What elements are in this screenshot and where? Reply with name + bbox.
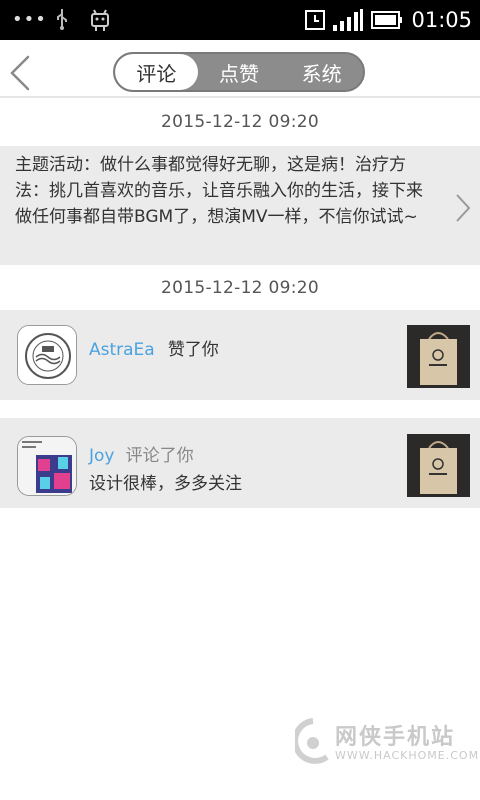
tab-system[interactable]: 系统: [280, 54, 363, 90]
avatar[interactable]: [17, 325, 77, 385]
notification-row[interactable]: AstraEa 赞了你: [0, 310, 480, 400]
alarm-icon: [305, 10, 326, 30]
system-message-text: 主题活动：做什么事都觉得好无聊，这是病！治疗方法：挑几首喜欢的音乐，让音乐融入你…: [15, 155, 423, 227]
notification-action: 赞了你: [167, 340, 219, 360]
system-message-row[interactable]: 主题活动：做什么事都觉得好无聊，这是病！治疗方法：挑几首喜欢的音乐，让音乐融入你…: [0, 146, 480, 265]
segmented-tabs: 评论 点赞 系统: [113, 52, 365, 92]
watermark-url: WWW.HACKHOME.COM: [335, 749, 480, 762]
user-avatar-poster: [18, 437, 76, 495]
notification-action: 评论了你: [125, 446, 194, 466]
username[interactable]: Joy: [89, 446, 114, 466]
clock: 01:05: [411, 8, 472, 32]
chevron-right-icon: [456, 194, 471, 222]
notification-row[interactable]: Joy 评论了你 设计很棒，多多关注: [0, 418, 480, 508]
status-bar: ••• 01:05: [0, 0, 480, 40]
bag-image: [407, 325, 470, 388]
header-bar: 评论 点赞 系统: [0, 40, 480, 98]
watermark: 网侠手机站 WWW.HACKHOME.COM: [295, 715, 478, 770]
tab-likes[interactable]: 点赞: [198, 54, 281, 90]
back-arrow-icon[interactable]: [6, 54, 36, 92]
comment-text: 设计很棒，多多关注: [89, 474, 242, 494]
usb-icon: [57, 9, 67, 30]
bag-image: [407, 434, 470, 497]
username[interactable]: AstraEa: [89, 340, 155, 360]
watermark-title: 网侠手机站: [335, 725, 456, 750]
user-avatar-logo: [18, 326, 76, 384]
notification-dots: •••: [12, 9, 47, 30]
timestamp: 2015-12-12 09:20: [161, 278, 319, 298]
signal-icon: [333, 9, 364, 31]
watermark-logo-icon: [295, 718, 329, 764]
post-thumbnail[interactable]: [407, 434, 470, 497]
battery-icon: [371, 11, 403, 29]
android-debug-icon: [91, 9, 109, 31]
tab-comments[interactable]: 评论: [115, 54, 198, 90]
avatar[interactable]: [17, 436, 77, 496]
timestamp: 2015-12-12 09:20: [161, 112, 319, 132]
post-thumbnail[interactable]: [407, 325, 470, 388]
